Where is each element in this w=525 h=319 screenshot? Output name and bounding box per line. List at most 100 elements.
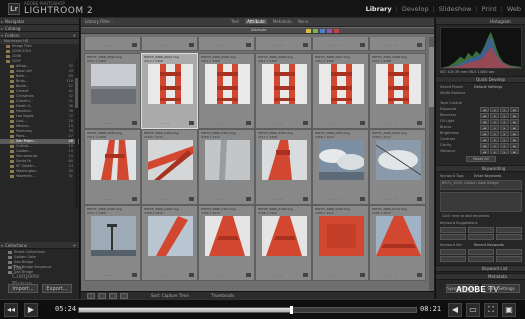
thumbnail-image[interactable] [376,216,421,256]
collections-header[interactable]: ▾ Collections + [0,242,79,249]
folder-row[interactable]: Yosemite... 31 [0,174,79,179]
thumbnail-image[interactable] [262,140,307,180]
sort-control[interactable]: Sort: Capture Time [151,293,189,298]
tone-adjust-button[interactable]: ▸ [500,119,509,124]
click-to-add-keywords[interactable]: Click here to add keywords [442,214,524,219]
thumbnail-cell[interactable]: HSFCF_2966_0094.dng 2912 x 4368 · · · · · [141,53,198,129]
tone-adjust-button[interactable]: ▸▸ [510,149,519,154]
tone-adjust-button[interactable]: ◂ [490,113,499,118]
thumbnail-cell[interactable]: · · · · · [141,37,198,51]
tone-adjust-button[interactable]: ◂ [490,119,499,124]
rating-dots[interactable]: · · · · · [386,121,397,126]
add-folder-icon[interactable]: + [73,32,76,39]
filter-tab-metadata[interactable]: Metadata [273,19,292,24]
tone-adjust-button[interactable]: ◂◂ [480,137,489,142]
tone-adjust-button[interactable]: ◂◂ [480,131,489,136]
rating-dots[interactable]: · · · · · [158,273,169,278]
keyword-set-button[interactable] [440,249,466,255]
keyword-tags-row[interactable]: Keyword Tags Enter Keywords [440,174,522,179]
keyword-suggestion-button[interactable] [440,234,466,240]
rating-dots[interactable]: · · · · · [158,197,169,202]
thumbnail-image[interactable] [148,216,193,256]
rating-dots[interactable]: · · · · · [272,43,283,48]
rating-dots[interactable]: · · · · · [215,273,226,278]
catalog-header[interactable]: ▸ Catalog [0,25,79,32]
color-label-filter[interactable] [334,29,339,33]
captions-icon[interactable]: ▣ [502,303,516,317]
filter-tab-text[interactable]: Text [231,19,239,24]
histogram-header[interactable]: Histogram [436,18,525,25]
saved-preset-value[interactable]: Default Settings [474,85,502,90]
tone-adjust-button[interactable]: ▸ [500,149,509,154]
tone-adjust-button[interactable]: ▸ [500,143,509,148]
filter-tab-none[interactable]: None [298,19,308,24]
thumbnail-image[interactable] [376,64,421,104]
tone-adjust-button[interactable]: ◂◂ [480,107,489,112]
tone-adjust-button[interactable]: ▸▸ [510,131,519,136]
navigator-header[interactable]: ▸ Navigator [0,18,79,25]
thumbnail-cell[interactable]: HSFCF_2966_0107.dng 4368 x 2912 · · · · · [198,205,255,281]
thumbnail-cell[interactable]: · · · · · [312,37,369,51]
rating-dots[interactable]: · · · · · [158,121,169,126]
tone-adjust-button[interactable]: ◂ [490,143,499,148]
keyword-suggestion-button[interactable] [468,227,494,233]
color-label-filter[interactable] [327,29,332,33]
thumbnail-cell[interactable]: HSFCF_2966_0092.dng 2912 x 4368 · · · · · [84,53,141,129]
rating-dots[interactable]: · · · · · [329,273,340,278]
thumbnail-image[interactable] [91,140,136,180]
tone-adjust-button[interactable]: ◂ [490,125,499,130]
thumbnail-cell[interactable]: HSFCF_2966_0099.dng 2912 x 4368 · · · · · [84,129,141,205]
export-button[interactable]: Export... [42,284,72,293]
tone-adjust-button[interactable]: ▸ [500,113,509,118]
import-button[interactable]: Import... [8,284,38,293]
thumbnail-cell[interactable]: HSFCF_2966_0095.dng 2912 x 4368 · · · · · [198,53,255,129]
tone-adjust-button[interactable]: ◂ [490,131,499,136]
grid-scrollbar[interactable] [429,37,434,291]
keyword-suggestion-button[interactable] [496,234,522,240]
tone-adjust-button[interactable]: ▸▸ [510,113,519,118]
tone-adjust-button[interactable]: ◂◂ [480,125,489,130]
thumbnail-image[interactable] [205,140,250,180]
rating-dots[interactable]: · · · · · [101,43,112,48]
rating-dots[interactable]: · · · · · [101,197,112,202]
rating-dots[interactable]: · · · · · [386,197,397,202]
thumbnail-cell[interactable]: HSFCF_2966_0110.dng 4368 x 2912 · · · · · [369,205,426,281]
keyword-set-button[interactable] [496,256,522,262]
thumbnail-cell[interactable]: HSFCF_2966_0096.dng 2912 x 4368 · · · · · [255,53,312,129]
thumbnail-cell[interactable]: HSFCF_2966_0097.dng 2912 x 4368 · · · · · [312,53,369,129]
thumbnail-image[interactable] [205,64,250,104]
thumbnail-image[interactable] [262,64,307,104]
tone-adjust-button[interactable]: ▸▸ [510,107,519,112]
tone-adjust-button[interactable]: ◂◂ [480,119,489,124]
grid-scroll-thumb[interactable] [429,47,434,107]
tone-adjust-button[interactable]: ▸▸ [510,125,519,130]
thumbnail-cell[interactable]: HSFCF_2966_0108.dng 4368 x 2912 · · · · · [255,205,312,281]
progress-knob[interactable] [290,306,294,314]
keyword-set-row[interactable]: Keyword Set Recent Keywords [440,243,522,248]
color-label-filter[interactable] [313,29,318,33]
keyword-suggestion-button[interactable] [496,227,522,233]
folders-header[interactable]: ▾ Folders + [0,32,79,39]
skip-back-icon[interactable]: ◂◂ [4,303,18,317]
thumbnail-cell[interactable]: HSFCF_2966_0106.dng 4368 x 2912 · · · · · [141,205,198,281]
module-print[interactable]: Print [482,5,497,13]
volume-icon[interactable]: ◀ [448,303,462,317]
reset-all-button[interactable]: Reset All [466,156,496,162]
rating-dots[interactable]: · · · · · [272,197,283,202]
thumbnail-image[interactable] [319,216,364,256]
keyword-set-button[interactable] [440,256,466,262]
rating-dots[interactable]: · · · · · [158,43,169,48]
folder-scroll-thumb[interactable] [75,78,78,108]
thumbnail-cell[interactable]: HSFCF_2966_0104.dng 4368 x 2912 · · · · · [369,129,426,205]
thumbnail-image[interactable] [262,216,307,256]
rating-dots[interactable]: · · · · · [329,197,340,202]
rating-dots[interactable]: · · · · · [386,43,397,48]
thumbnail-cell[interactable]: HSFCF_2966_0098.dng 2912 x 4368 · · · · · [369,53,426,129]
rating-dots[interactable]: · · · · · [101,121,112,126]
tone-adjust-button[interactable]: ▸▸ [510,137,519,142]
quick-develop-header[interactable]: Quick Develop [436,76,525,83]
thumbnail-cell[interactable]: HSFCF_2966_0103.dng 4368 x 2912 · · · · · [312,129,369,205]
white-balance-row[interactable]: White Balance [440,91,522,96]
rating-dots[interactable]: · · · · · [215,43,226,48]
module-slideshow[interactable]: Slideshow [439,5,472,13]
